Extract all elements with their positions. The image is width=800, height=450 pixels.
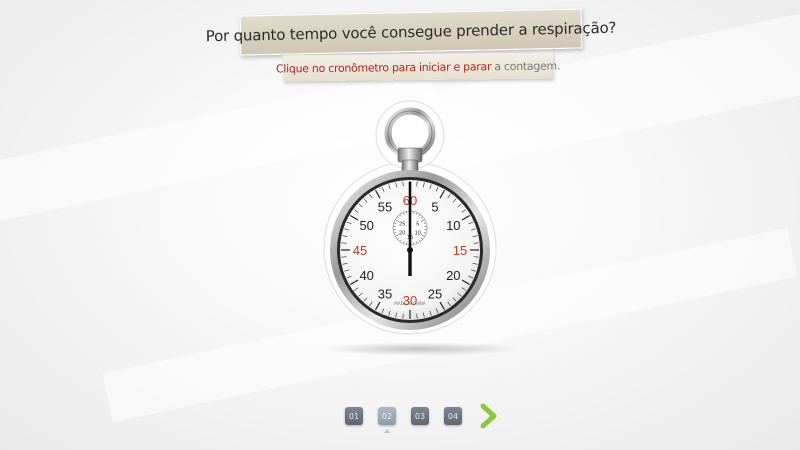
dial-number: 35 xyxy=(378,286,392,301)
subdial-number: 20 xyxy=(399,231,405,237)
stopwatch-icon[interactable]: 60510152025303540455055 255201015 MADE I… xyxy=(320,100,500,350)
dial-number: 55 xyxy=(378,200,392,215)
page-button-02[interactable]: 02 xyxy=(378,407,396,433)
question-banner: Por quanto tempo você consegue prender a… xyxy=(206,8,616,56)
instruction-red-text: Clique no cronômetro para iniciar e para… xyxy=(275,59,492,75)
dial-number: 5 xyxy=(431,200,438,215)
dial-number: 15 xyxy=(453,243,467,258)
maker-text: MADE IN CHINA xyxy=(394,301,425,306)
page-button-04[interactable]: 04 xyxy=(444,407,462,425)
subdial-number: 10 xyxy=(415,231,421,237)
stage: Por quanto tempo você consegue prender a… xyxy=(0,0,800,450)
pager: 01 02 03 04 xyxy=(345,403,500,433)
subdial-number: 5 xyxy=(416,222,419,228)
page-button-03[interactable]: 03 xyxy=(411,407,429,425)
question-text: Por quanto tempo você consegue prender a… xyxy=(205,18,617,46)
hand-pivot xyxy=(407,247,413,253)
dial-number: 45 xyxy=(353,243,367,258)
instruction-text: Clique no cronômetro para iniciar e para… xyxy=(276,59,560,75)
dial-number: 50 xyxy=(359,218,373,233)
dial-number: 10 xyxy=(446,218,460,233)
subdial-number: 25 xyxy=(399,222,405,228)
page-button-01[interactable]: 01 xyxy=(345,407,363,425)
dial-number: 25 xyxy=(428,286,442,301)
dial-number: 20 xyxy=(446,268,460,283)
instruction-banner: Clique no cronômetro para iniciar e para… xyxy=(276,52,560,82)
dial-number: 40 xyxy=(359,268,373,283)
instruction-gray-text: a contagem. xyxy=(494,59,561,73)
chevron-right-icon[interactable] xyxy=(478,403,500,429)
